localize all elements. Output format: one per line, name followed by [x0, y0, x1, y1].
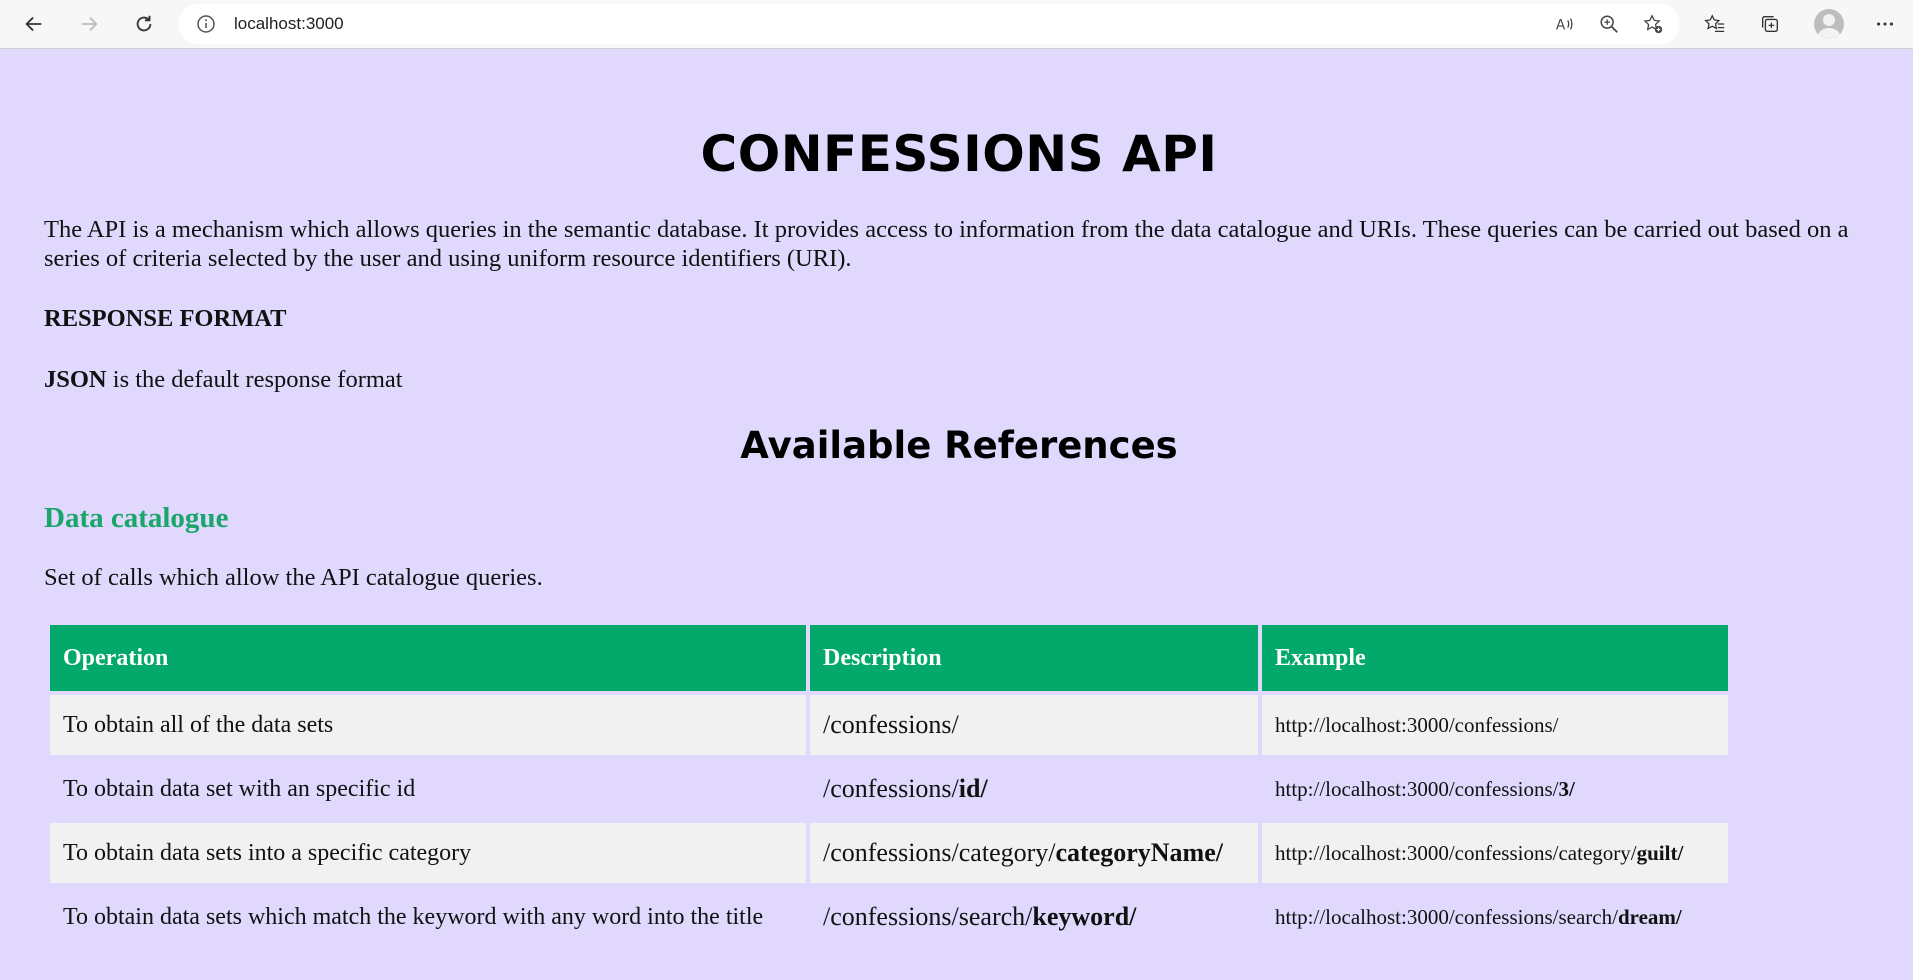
json-format-line: JSON is the default response format	[44, 366, 403, 394]
operation-cell: To obtain data sets which match the keyw…	[50, 887, 806, 947]
example-cell: http://localhost:3000/confessions/3/	[1262, 759, 1728, 819]
description-cell: /confessions/search/keyword/	[810, 887, 1258, 947]
example-cell: http://localhost:3000/confessions/search…	[1262, 887, 1728, 947]
table-row: To obtain data set with an specific id /…	[50, 759, 1728, 819]
endpoint-param: categoryName/	[1055, 838, 1223, 867]
zoom-icon[interactable]	[1598, 13, 1620, 35]
table-row: To obtain all of the data sets /confessi…	[50, 695, 1728, 755]
more-menu-icon	[1877, 22, 1893, 26]
refresh-icon	[136, 15, 152, 32]
refresh-button[interactable]	[128, 8, 160, 40]
avatar-body	[1818, 28, 1840, 39]
info-icon[interactable]	[196, 14, 216, 34]
operation-cell: To obtain all of the data sets	[50, 695, 806, 755]
forward-arrow-icon	[81, 16, 98, 32]
example-cell: http://localhost:3000/confessions/catego…	[1262, 823, 1728, 883]
operation-cell: To obtain data sets into a specific cate…	[50, 823, 806, 883]
catalogue-description: Set of calls which allow the API catalog…	[44, 564, 543, 591]
page-title: CONFESSIONS API	[700, 125, 1218, 183]
back-button[interactable]	[18, 8, 50, 40]
example-url: http://localhost:3000/confessions/	[1275, 776, 1559, 801]
back-arrow-icon	[25, 16, 42, 32]
example-url: http://localhost:3000/confessions/catego…	[1275, 840, 1637, 865]
endpoint-param: id/	[958, 774, 988, 803]
avatar-head	[1823, 14, 1835, 26]
header-description: Description	[810, 625, 1258, 691]
table-row: To obtain data sets into a specific cate…	[50, 823, 1728, 883]
operation-cell: To obtain data set with an specific id	[50, 759, 806, 819]
address-bar[interactable]: localhost:3000 A	[178, 4, 1680, 44]
example-url: http://localhost:3000/confessions/	[1275, 712, 1559, 737]
url-text[interactable]: localhost:3000	[234, 14, 344, 34]
header-example: Example	[1262, 625, 1728, 691]
collections-button[interactable]	[1754, 8, 1786, 40]
endpoint-param: keyword/	[1032, 902, 1137, 931]
example-param: guilt/	[1636, 840, 1684, 865]
read-aloud-icon[interactable]: A	[1554, 13, 1576, 35]
example-param: 3/	[1558, 776, 1575, 801]
add-favorite-icon[interactable]	[1642, 13, 1664, 35]
favorites-icon	[1704, 14, 1725, 32]
description-cell: /confessions/category/categoryName/	[810, 823, 1258, 883]
json-label: JSON	[44, 366, 107, 393]
browser-toolbar: localhost:3000 A	[0, 0, 1913, 49]
data-catalogue-heading: Data catalogue	[44, 502, 229, 534]
example-cell: http://localhost:3000/confessions/	[1262, 695, 1728, 755]
available-references-heading: Available References	[740, 424, 1178, 467]
collections-icon	[1761, 15, 1779, 33]
favorites-button[interactable]	[1699, 8, 1731, 40]
api-reference-table: Operation Description Example To obtain …	[46, 621, 1732, 951]
endpoint-path: /confessions/category/	[823, 838, 1056, 867]
response-format-heading: RESPONSE FORMAT	[44, 305, 287, 332]
json-text: is the default response format	[106, 366, 403, 393]
header-operation: Operation	[50, 625, 806, 691]
profile-avatar-icon[interactable]	[1814, 9, 1844, 39]
table-header-row: Operation Description Example	[50, 625, 1728, 691]
endpoint-path: /confessions/	[823, 774, 959, 803]
svg-text:A: A	[1556, 18, 1566, 34]
example-url: http://localhost:3000/confessions/search…	[1275, 904, 1618, 929]
description-cell: /confessions/	[810, 695, 1258, 755]
endpoint-path: /confessions/search/	[823, 902, 1033, 931]
endpoint-path: /confessions/	[823, 710, 959, 739]
intro-paragraph: The API is a mechanism which allows quer…	[44, 216, 1849, 272]
description-cell: /confessions/id/	[810, 759, 1258, 819]
more-menu-button[interactable]	[1869, 8, 1901, 40]
example-param: dream/	[1617, 904, 1682, 929]
table-row: To obtain data sets which match the keyw…	[50, 887, 1728, 947]
forward-button[interactable]	[73, 8, 105, 40]
